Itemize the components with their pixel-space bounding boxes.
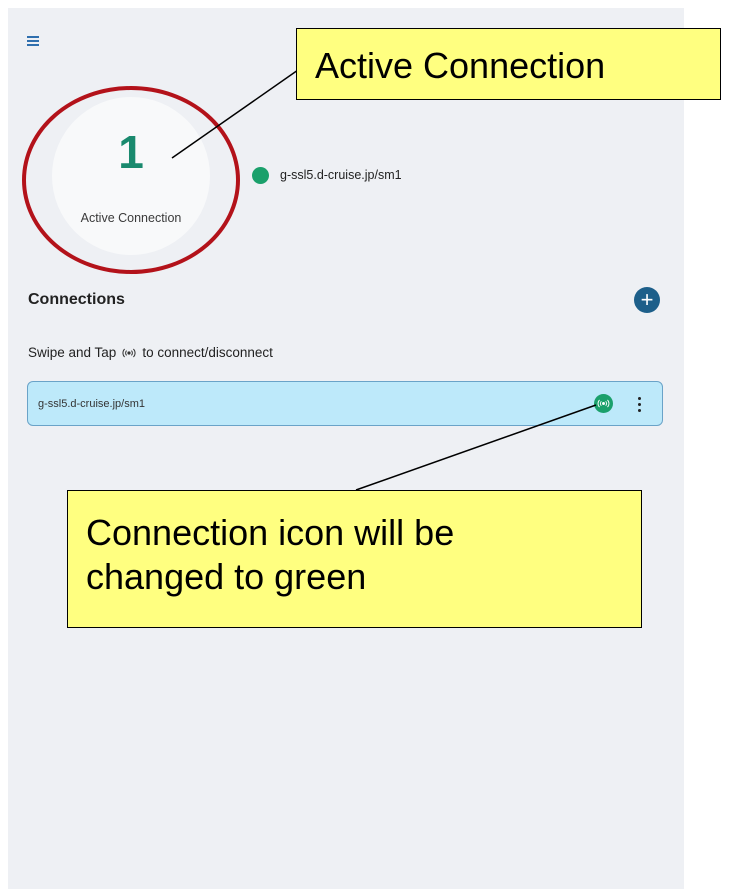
active-connection-count: 1	[118, 126, 144, 178]
connection-list-item[interactable]: g-ssl5.d-cruise.jp/sm1	[27, 381, 663, 426]
callout-icon-line-1: Connection icon will be	[86, 512, 455, 553]
broadcast-icon	[597, 399, 610, 408]
callout-active-connection: Active Connection	[296, 28, 721, 100]
more-options-icon[interactable]	[631, 390, 647, 416]
hamburger-menu-icon[interactable]	[27, 36, 39, 46]
broadcast-icon	[122, 348, 136, 357]
hint-text-after: to connect/disconnect	[142, 345, 273, 360]
callout-icon-line-2: changed to green	[86, 556, 367, 597]
active-connection-label: Active Connection	[80, 211, 182, 225]
active-connection-host: g-ssl5.d-cruise.jp/sm1	[280, 168, 402, 182]
connect-hint: Swipe and Tap to connect/disconnect	[28, 345, 273, 360]
callout-connection-icon: Connection icon will be changed to green	[67, 490, 642, 628]
hint-text-before: Swipe and Tap	[28, 345, 117, 360]
active-connection-counter: 1 Active Connection	[52, 97, 210, 255]
connect-toggle-button[interactable]	[594, 394, 613, 413]
connection-host: g-ssl5.d-cruise.jp/sm1	[38, 398, 145, 410]
callout-active-connection-text: Active Connection	[315, 45, 606, 86]
connected-status-dot-icon	[252, 166, 269, 184]
connections-heading: Connections	[28, 291, 125, 308]
plus-icon: +	[640, 287, 654, 312]
active-connection-item: g-ssl5.d-cruise.jp/sm1	[252, 166, 402, 184]
add-connection-button[interactable]: +	[634, 287, 660, 313]
